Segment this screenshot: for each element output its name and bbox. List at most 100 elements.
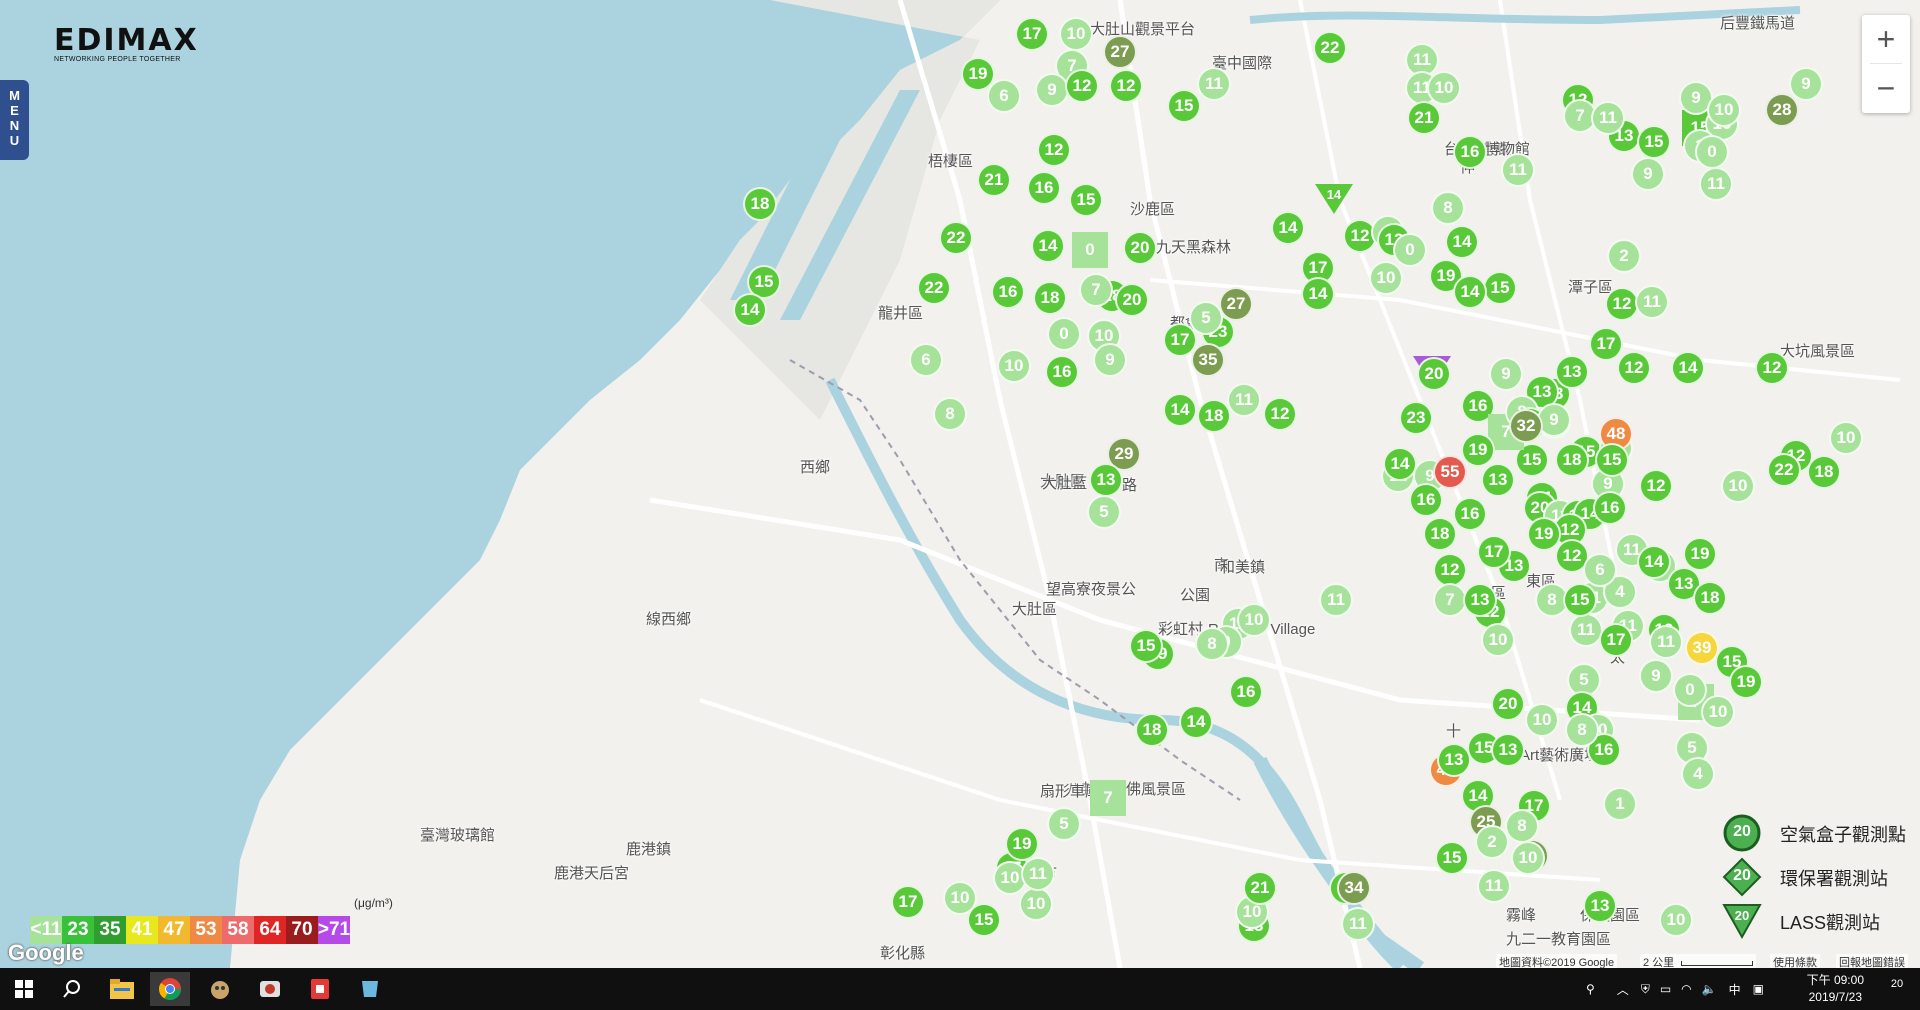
airbox-marker[interactable]: 11 (1319, 583, 1353, 617)
report-error-link[interactable]: 回報地圖錯誤 (1836, 954, 1908, 968)
airbox-marker[interactable]: 19 (1527, 517, 1561, 551)
airbox-marker[interactable]: 18 (1555, 443, 1589, 477)
ime-indicator[interactable]: 中 (1729, 981, 1741, 998)
airbox-marker[interactable]: 18 (1693, 581, 1727, 615)
zoom-in-button[interactable]: + (1862, 15, 1910, 63)
app-icon-3[interactable] (300, 972, 340, 1006)
airbox-marker[interactable]: 10 (1511, 841, 1545, 875)
chevron-up-icon[interactable]: ︿ (1617, 981, 1629, 998)
zoom-out-button[interactable]: − (1862, 64, 1910, 112)
airbox-marker[interactable]: 18 (1807, 455, 1841, 489)
epa-station-marker[interactable]: 0 (1072, 232, 1108, 268)
terms-link[interactable]: 使用條款 (1770, 954, 1820, 968)
airbox-marker[interactable]: 8 (1505, 809, 1539, 843)
airbox-marker[interactable]: 11 (1477, 869, 1511, 903)
airbox-marker[interactable]: 10 (1019, 887, 1053, 921)
airbox-marker[interactable]: 14 (1163, 393, 1197, 427)
airbox-marker[interactable]: 16 (1593, 491, 1627, 525)
airbox-marker[interactable]: 6 (987, 79, 1021, 113)
airbox-marker[interactable]: 13 (1491, 733, 1525, 767)
airbox-marker[interactable]: 22 (1313, 31, 1347, 65)
airbox-marker[interactable]: 0 (1673, 673, 1707, 707)
airbox-marker[interactable]: 21 (977, 163, 1011, 197)
airbox-marker[interactable]: 0 (1393, 233, 1427, 267)
airbox-marker[interactable]: 11 (1501, 153, 1535, 187)
airbox-marker[interactable]: 21 (1243, 871, 1277, 905)
airbox-marker[interactable]: 19 (1461, 433, 1495, 467)
airbox-marker[interactable]: 55 (1433, 455, 1467, 489)
airbox-marker[interactable]: 11 (1699, 167, 1733, 201)
airbox-marker[interactable]: 11 (1197, 67, 1231, 101)
airbox-marker[interactable]: 18 (1423, 517, 1457, 551)
airbox-marker[interactable]: 14 (1271, 211, 1305, 245)
airbox-marker[interactable]: 12 (1617, 351, 1651, 385)
airbox-marker[interactable]: 20 (1491, 687, 1525, 721)
airbox-marker[interactable]: 22 (939, 221, 973, 255)
airbox-marker[interactable]: 13 (1583, 889, 1617, 923)
airbox-marker[interactable]: 11 (1569, 613, 1603, 647)
airbox-marker[interactable]: 10 (1059, 17, 1093, 51)
airbox-marker[interactable]: 12 (1755, 351, 1789, 385)
airbox-marker[interactable]: 16 (1409, 483, 1443, 517)
airbox-marker[interactable]: 19 (1683, 537, 1717, 571)
map-canvas[interactable]: EDIMAX NETWORKING PEOPLE TOGETHER MENU +… (0, 0, 1920, 968)
airbox-marker[interactable]: 23 (1399, 401, 1433, 435)
airbox-marker[interactable]: 5 (1087, 495, 1121, 529)
search-icon[interactable] (52, 972, 92, 1006)
airbox-marker[interactable]: 18 (1197, 399, 1231, 433)
airbox-marker[interactable]: 14 (1453, 275, 1487, 309)
airbox-marker[interactable]: 20 (1417, 357, 1451, 391)
airbox-marker[interactable]: 10 (1721, 469, 1755, 503)
airbox-marker[interactable]: 12 (1037, 133, 1071, 167)
airbox-marker[interactable]: 6 (1583, 553, 1617, 587)
airbox-marker[interactable]: 32 (1509, 409, 1543, 443)
airbox-marker[interactable]: 14 (1383, 447, 1417, 481)
airbox-marker[interactable]: 13 (1463, 583, 1497, 617)
airbox-marker[interactable]: 11 (1227, 383, 1261, 417)
airbox-marker[interactable]: 19 (1005, 827, 1039, 861)
airbox-marker[interactable]: 28 (1765, 93, 1799, 127)
airbox-marker[interactable]: 15 (1637, 125, 1671, 159)
airbox-marker[interactable]: 10 (1707, 93, 1741, 127)
airbox-marker[interactable]: 10 (1427, 71, 1461, 105)
airbox-marker[interactable]: 14 (1671, 351, 1705, 385)
airbox-marker[interactable]: 10 (1525, 703, 1559, 737)
app-icon-1[interactable] (200, 972, 240, 1006)
lass-station-marker[interactable]: 14 (1315, 184, 1353, 216)
airbox-marker[interactable]: 14 (1179, 705, 1213, 739)
volume-icon[interactable]: 🔈 (1702, 982, 1717, 996)
airbox-marker[interactable]: 12 (1263, 397, 1297, 431)
file-explorer-icon[interactable] (102, 972, 142, 1006)
airbox-marker[interactable]: 15 (1435, 841, 1469, 875)
keyboard-icon[interactable]: ▣ (1753, 982, 1764, 996)
airbox-marker[interactable]: 5 (1047, 807, 1081, 841)
airbox-marker[interactable]: 9 (1035, 73, 1069, 107)
airbox-marker[interactable]: 13 (1089, 463, 1123, 497)
airbox-marker[interactable]: 9 (1093, 343, 1127, 377)
chrome-icon[interactable] (150, 972, 190, 1006)
airbox-marker[interactable]: 15 (1069, 183, 1103, 217)
airbox-marker[interactable]: 15 (967, 903, 1001, 937)
airbox-marker[interactable]: 10 (1481, 623, 1515, 657)
airbox-marker[interactable]: 18 (743, 187, 777, 221)
menu-tab[interactable]: MENU (0, 80, 29, 160)
airbox-marker[interactable]: 12 (1605, 287, 1639, 321)
airbox-marker[interactable]: 0 (1047, 317, 1081, 351)
airbox-marker[interactable]: 10 (1701, 695, 1735, 729)
airbox-marker[interactable]: 12 (1433, 553, 1467, 587)
airbox-marker[interactable]: 8 (1195, 627, 1229, 661)
app-icon-4[interactable] (350, 972, 390, 1006)
airbox-marker[interactable]: 8 (933, 397, 967, 431)
airbox-marker[interactable]: 16 (1045, 355, 1079, 389)
airbox-marker[interactable]: 8 (1565, 713, 1599, 747)
airbox-marker[interactable]: 17 (1477, 535, 1511, 569)
airbox-marker[interactable]: 10 (997, 349, 1031, 383)
security-icon[interactable]: ⛨ (1641, 982, 1650, 997)
airbox-marker[interactable]: 17 (1589, 327, 1623, 361)
airbox-marker[interactable]: 10 (1237, 603, 1271, 637)
airbox-marker[interactable]: 1 (1603, 787, 1637, 821)
windows-start-icon[interactable] (4, 972, 44, 1006)
airbox-marker[interactable]: 13 (1555, 355, 1589, 389)
airbox-marker[interactable]: 10 (1829, 421, 1863, 455)
airbox-marker[interactable]: 11 (1649, 625, 1683, 659)
